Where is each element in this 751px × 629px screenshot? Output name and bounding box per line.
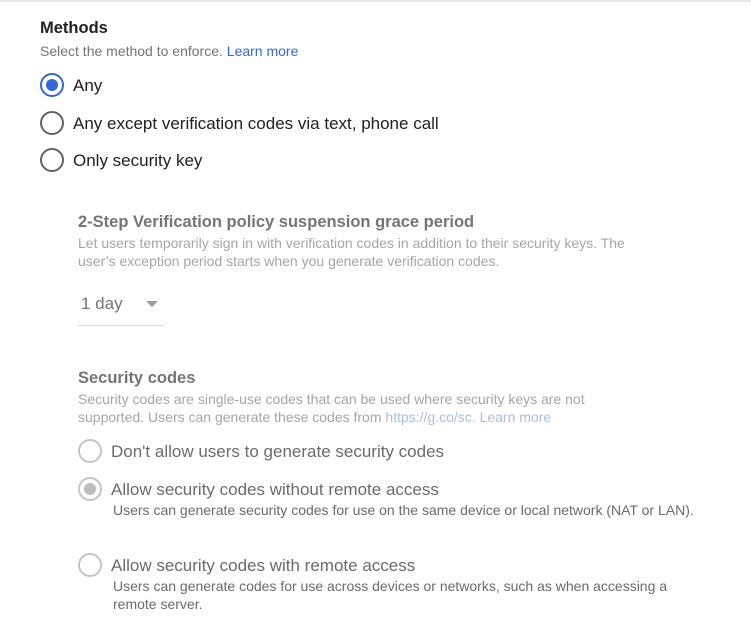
learn-more-link[interactable]: Learn more [227,43,299,59]
learn-more-link[interactable]: Learn more [480,409,552,425]
dropdown-value: 1 day [81,294,123,313]
grace-desc: Let users temporarily sign in with verif… [78,235,625,251]
radio-label[interactable]: Any [73,76,102,96]
methods-subtitle: Select the method to enforce. Learn more [40,43,298,59]
radio-label[interactable]: Allow security codes with remote access [111,556,415,576]
radio-label[interactable]: Don't allow users to generate security c… [111,442,444,462]
methods-title: Methods [40,19,108,37]
radio-label[interactable]: Allow security codes without remote acce… [111,480,439,500]
grace-desc: user’s exception period starts when you … [78,253,500,269]
gcosc-link[interactable]: https://g.co/sc. [385,409,475,425]
radio-any[interactable] [40,73,64,97]
grace-period-dropdown[interactable]: 1 day [78,292,164,326]
grace-title: 2-Step Verification policy suspension gr… [78,213,475,231]
codes-desc: supported. Users can generate these code… [78,409,551,425]
radio-only-security-key[interactable] [40,148,64,172]
option-desc: Users can generate codes for use across … [113,578,668,612]
radio-with-remote[interactable] [78,553,102,577]
security-codes-title: Security codes [78,369,196,387]
radio-label[interactable]: Any except verification codes via text, … [73,114,439,134]
radio-any-except-sms[interactable] [40,111,64,135]
radio-dont-allow[interactable] [78,439,102,463]
codes-desc: Security codes are single-use codes that… [78,391,585,407]
desc-text: supported. Users can generate these code… [78,409,382,425]
option-desc: Users can generate security codes for us… [113,502,694,518]
radio-without-remote[interactable] [78,477,102,501]
caret-down-icon [146,301,158,307]
subtitle-text: Select the method to enforce. [40,43,223,59]
radio-label[interactable]: Only security key [73,151,202,171]
